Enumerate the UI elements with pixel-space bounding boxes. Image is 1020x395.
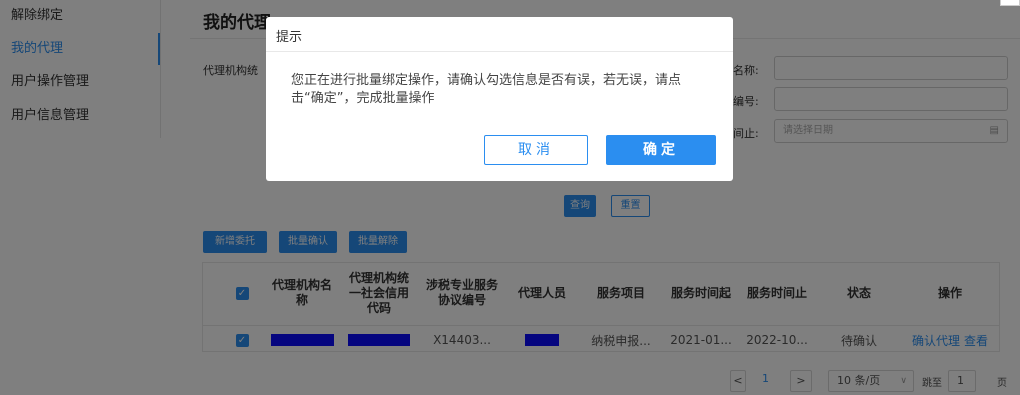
cancel-button[interactable]: 取消 bbox=[484, 135, 588, 165]
window-corner bbox=[1000, 0, 1020, 6]
dialog-title: 提示 bbox=[276, 30, 303, 45]
confirm-dialog: 提示 您正在进行批量绑定操作，请确认勾选信息是否有误，若无误，请点击“确定”，完… bbox=[266, 17, 733, 181]
ok-button[interactable]: 确定 bbox=[606, 135, 716, 165]
dialog-divider bbox=[266, 51, 733, 52]
dialog-message: 您正在进行批量绑定操作，请确认勾选信息是否有误，若无误，请点击“确定”，完成批量… bbox=[291, 73, 682, 106]
